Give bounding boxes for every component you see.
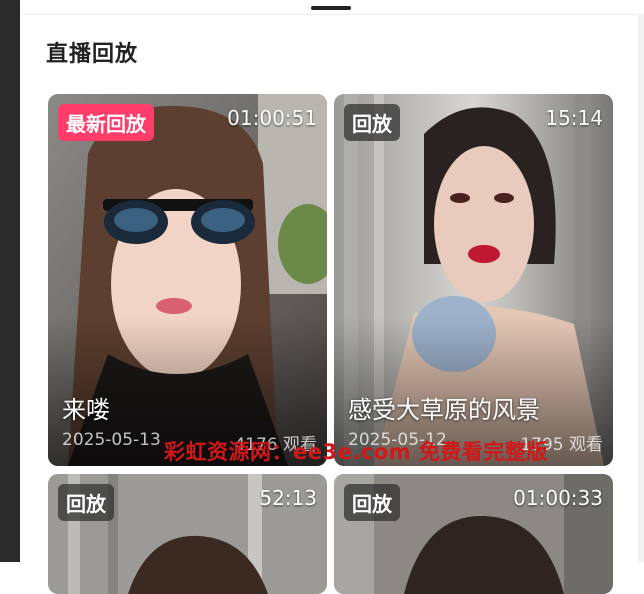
video-duration: 01:00:51: [227, 106, 317, 130]
replay-badge: 回放: [58, 484, 114, 521]
video-duration: 01:00:33: [513, 486, 603, 510]
video-duration: 15:14: [545, 106, 603, 130]
section-title: 直播回放: [46, 42, 139, 67]
replay-card-1[interactable]: 最新回放 01:00:51 来喽 2025-05-13 4176 观看: [48, 94, 327, 466]
drag-handle[interactable]: [311, 6, 351, 10]
right-edge: [638, 0, 644, 562]
replay-badge: 回放: [344, 104, 400, 141]
replay-badge: 回放: [344, 484, 400, 521]
video-date: 2025-05-13: [62, 430, 161, 450]
latest-replay-badge: 最新回放: [58, 104, 154, 141]
video-duration: 52:13: [259, 486, 317, 510]
left-edge-strip: [0, 0, 20, 562]
video-title: 来喽: [62, 396, 110, 424]
replay-card-4[interactable]: 回放 01:00:33: [334, 474, 613, 594]
video-title: 感受大草原的风景: [348, 396, 540, 424]
replay-card-3[interactable]: 回放 52:13: [48, 474, 327, 594]
watermark-text: 彩虹资源网：ee3e.com 免费看完整版: [164, 440, 548, 464]
replay-card-2[interactable]: 回放 15:14 感受大草原的风景 2025-05-12 1795 观看: [334, 94, 613, 466]
